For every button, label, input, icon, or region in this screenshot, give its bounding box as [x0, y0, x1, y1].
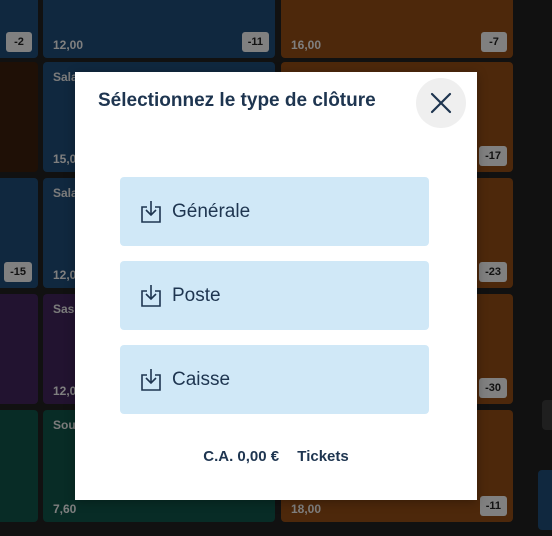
closing-type-dialog: Sélectionnez le type de clôture Générale… — [75, 72, 477, 500]
option-label: Caisse — [172, 368, 231, 390]
tickets-label: Tickets — [297, 448, 349, 465]
option-label: Générale — [172, 200, 251, 222]
download-icon — [141, 200, 161, 223]
download-icon — [141, 368, 161, 391]
option-poste-button[interactable]: Poste — [120, 261, 429, 330]
download-icon — [141, 284, 161, 307]
option-caisse-button[interactable]: Caisse — [120, 345, 429, 414]
close-button[interactable] — [416, 78, 466, 128]
close-icon — [430, 92, 452, 114]
option-label: Poste — [172, 284, 221, 306]
dialog-title: Sélectionnez le type de clôture — [98, 90, 376, 111]
turnover-amount: C.A. 0,00 € — [203, 448, 280, 465]
option-generale-button[interactable]: Générale — [120, 177, 429, 246]
dialog-footer: C.A. 0,00 € Tickets — [75, 448, 477, 465]
